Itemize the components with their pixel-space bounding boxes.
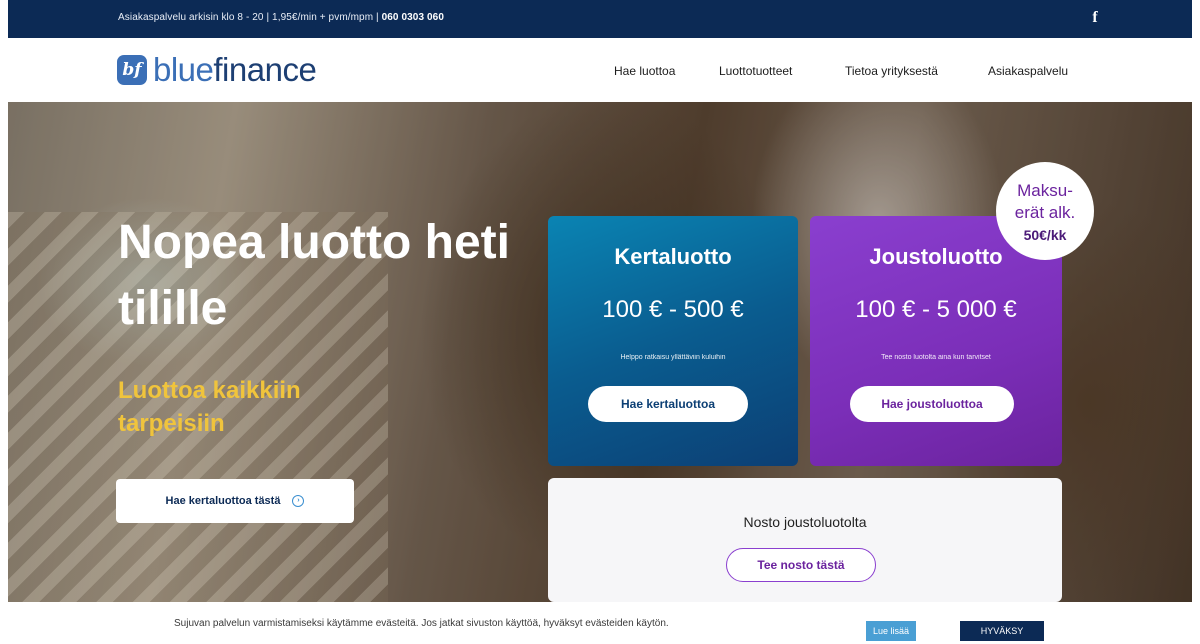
customer-service-hours: Asiakaspalvelu arkisin klo 8 - 20 | 1,95… [118,12,382,23]
facebook-icon[interactable]: f [1088,9,1102,27]
kertaluotto-description: Helppo ratkaisu yllättäviin kuluihin [620,354,726,361]
hae-joustoluottoa-button[interactable]: Hae joustoluottoa [850,386,1014,422]
installment-badge: Maksu- erät alk. 50€/kk [996,162,1094,260]
hero-subtitle: Luottoa kaikkiin tarpeisiin [118,377,301,437]
joustoluotto-range: 100 € - 5 000 € [855,296,1017,323]
phone-number[interactable]: 060 0303 060 [382,12,444,23]
hero-cta-label: Hae kertaluottoa tästä [165,495,281,507]
badge-line-2: erät alk. [1014,203,1076,222]
badge-line-3: 50€/kk [1023,227,1067,243]
cookie-read-more-button[interactable]: Lue lisää [866,621,916,641]
badge-line-1: Maksu- [1017,181,1073,200]
site-header: bf bluefinance Hae luottoa Luottotuottee… [0,38,1200,102]
top-info-bar-inner: Asiakaspalvelu arkisin klo 8 - 20 | 1,95… [8,0,1192,38]
nav-luottotuotteet[interactable]: Luottotuotteet [719,64,792,78]
cookie-accept-button[interactable]: HYVÄKSY [960,621,1044,641]
hae-kertaluottoa-button[interactable]: Hae kertaluottoa [588,386,748,422]
nosto-title: Nosto joustoluotolta [743,514,867,530]
tee-nosto-button[interactable]: Tee nosto tästä [726,548,876,582]
arrow-right-circle-icon: › [292,495,305,507]
nav-hae-luottoa[interactable]: Hae luottoa [614,64,675,78]
kertaluotto-range: 100 € - 500 € [602,296,744,323]
kertaluotto-title: Kertaluotto [614,244,732,269]
hero-section: Nopea luotto heti tilille Luottoa kaikki… [8,102,1192,602]
cookie-consent-bar: Sujuvan palvelun varmistamiseksi käytämm… [0,602,1200,644]
nav-asiakaspalvelu[interactable]: Asiakaspalvelu [988,64,1068,78]
main-nav: Hae luottoa Luottotuotteet Tietoa yrityk… [0,64,1200,84]
cookie-text: Sujuvan palvelun varmistamiseksi käytämm… [174,618,669,629]
hero-cta-button[interactable]: Hae kertaluottoa tästä › [116,479,354,523]
kertaluotto-card: Kertaluotto 100 € - 500 € Helppo ratkais… [548,216,798,466]
nav-tietoa-yrityksesta[interactable]: Tietoa yrityksestä [845,64,938,78]
joustoluotto-description: Tee nosto luotolta aina kun tarvitset [881,354,991,361]
customer-service-info: Asiakaspalvelu arkisin klo 8 - 20 | 1,95… [118,12,444,23]
nosto-panel: Nosto joustoluotolta Tee nosto tästä [548,478,1062,602]
hero-title: Nopea luotto heti tilille [118,216,510,335]
top-info-bar: Asiakaspalvelu arkisin klo 8 - 20 | 1,95… [0,0,1200,38]
